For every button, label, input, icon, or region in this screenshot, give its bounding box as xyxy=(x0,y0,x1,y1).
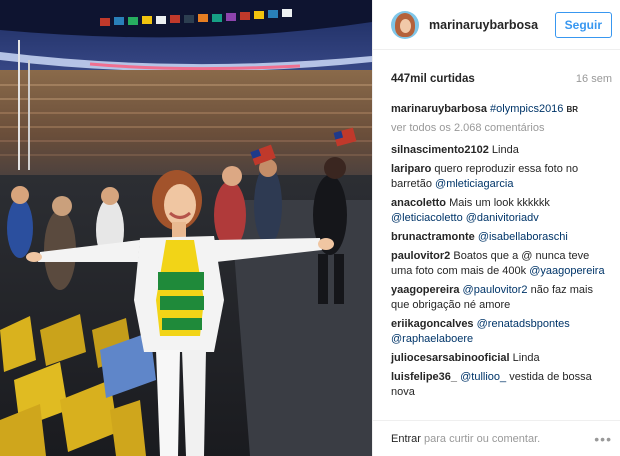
caption-hashtag[interactable]: #olympics2016 xyxy=(490,103,563,115)
comment-item: eriikagoncalves @renatadsbpontes @raphae… xyxy=(391,317,610,347)
comment-item: anacoletto Mais um look kkkkkk @leticiac… xyxy=(391,196,610,226)
comment-item: silnascimento2102 Linda xyxy=(391,143,610,158)
comment-mention[interactable]: @leticiacoletto xyxy=(391,212,463,224)
comment-username[interactable]: paulovitor2 xyxy=(391,250,450,262)
follow-button[interactable]: Seguir xyxy=(554,11,612,38)
comment-mention[interactable]: @isabellaboraschi xyxy=(478,231,568,243)
post-age[interactable]: 16 sem xyxy=(576,73,612,85)
comments-section: marinaruybarbosa #olympics2016 BR ver to… xyxy=(373,102,620,400)
caption: marinaruybarbosa #olympics2016 BR xyxy=(391,102,610,117)
comment-username[interactable]: yaagopereira xyxy=(391,284,459,296)
login-link[interactable]: Entrar xyxy=(391,433,421,445)
comment-item: luisfelipe36_ @tullioo_ vestida de bossa… xyxy=(391,370,610,400)
comment-item: brunactramonte @isabellaboraschi xyxy=(391,230,610,245)
comment-mention[interactable]: @renatadsbpontes xyxy=(477,318,570,330)
caption-username[interactable]: marinaruybarbosa xyxy=(391,103,487,115)
comment-item: paulovitor2 Boatos que a @ nunca teve um… xyxy=(391,249,610,279)
photo-stadium-scene xyxy=(0,0,372,456)
comment-list: silnascimento2102 Linda lariparo quero re… xyxy=(391,143,610,400)
comment-mention[interactable]: @danivitoriadv xyxy=(466,212,539,224)
login-prompt: Entrar para curtir ou comentar. xyxy=(391,433,540,445)
more-dots-icon[interactable]: ••• xyxy=(594,431,612,447)
comment-username[interactable]: luisfelipe36_ xyxy=(391,371,457,383)
comment-username[interactable]: brunactramonte xyxy=(391,231,475,243)
post-sidebar: marinaruybarbosa Seguir 447mil curtidas … xyxy=(372,0,620,456)
post-photo[interactable] xyxy=(0,0,372,456)
comment-username[interactable]: juliocesarsabinooficial xyxy=(391,352,510,364)
comment-text: Linda xyxy=(491,144,519,156)
post-footer: Entrar para curtir ou comentar. ••• xyxy=(373,420,620,456)
comment-item: juliocesarsabinooficial Linda xyxy=(391,351,610,366)
comment-item: yaagopereira @paulovitor2 não faz mais q… xyxy=(391,283,610,313)
profile-username[interactable]: marinaruybarbosa xyxy=(429,18,555,32)
comment-username[interactable]: anacoletto xyxy=(391,197,446,209)
comment-username[interactable]: eriikagoncalves xyxy=(391,318,474,330)
avatar[interactable] xyxy=(391,10,419,39)
comment-mention[interactable]: @mleticiagarcia xyxy=(435,178,513,190)
likes-count[interactable]: 447mil curtidas xyxy=(391,73,475,85)
login-prompt-text: para curtir ou comentar. xyxy=(420,432,541,445)
post-stats: 447mil curtidas 16 sem xyxy=(373,60,620,98)
comment-item: lariparo quero reproduzir essa foto no b… xyxy=(391,162,610,192)
comment-username[interactable]: lariparo xyxy=(391,163,431,175)
comment-mention[interactable]: @raphaelaboere xyxy=(391,333,473,345)
caption-flag: BR xyxy=(566,105,579,114)
comment-text: Linda xyxy=(512,352,540,364)
comment-mention[interactable]: @tullioo_ xyxy=(460,371,506,383)
view-all-comments-link[interactable]: ver todos os 2.068 comentários xyxy=(391,121,610,136)
comment-text: Mais um look kkkkkk xyxy=(449,197,550,209)
comment-username[interactable]: silnascimento2102 xyxy=(391,144,489,156)
post-header: marinaruybarbosa Seguir xyxy=(373,0,620,50)
comment-mention[interactable]: @yaagopereira xyxy=(529,265,604,277)
comment-mention[interactable]: @paulovitor2 xyxy=(463,284,528,296)
